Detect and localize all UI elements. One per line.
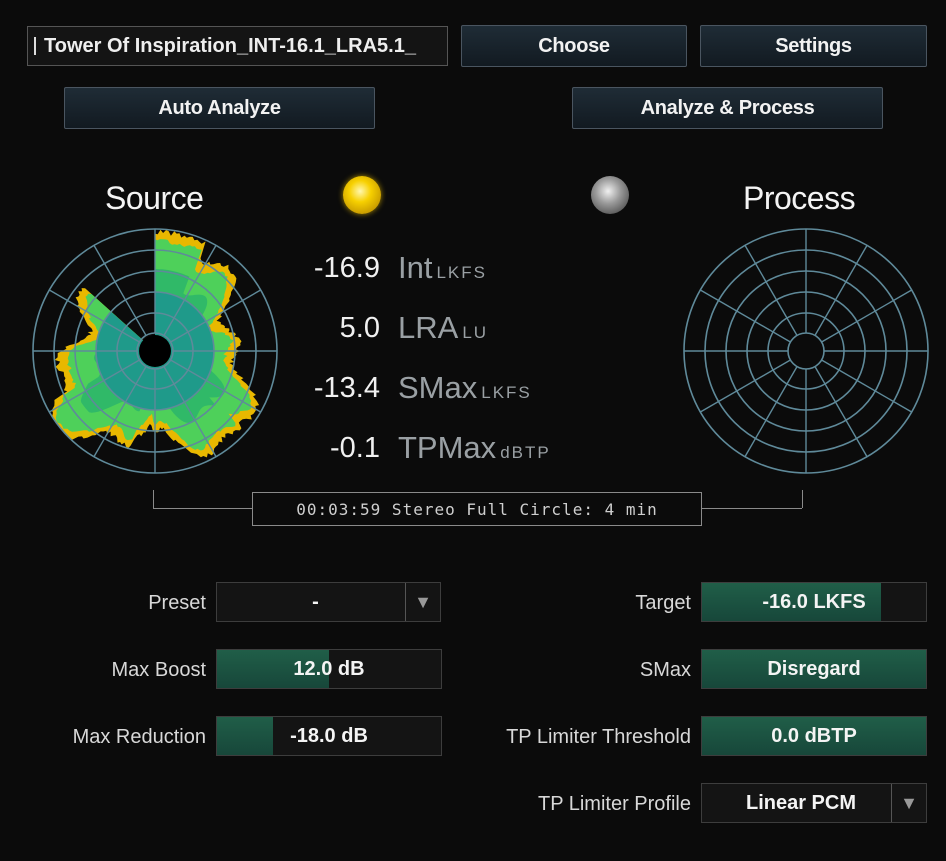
max-boost-label: Max Boost <box>111 659 206 681</box>
source-lamp-icon <box>343 176 381 214</box>
status-bracket-right-h <box>702 508 802 509</box>
max-reduction-slider[interactable]: -18.0 dB <box>216 716 442 756</box>
lra-value: 5.0 <box>339 312 380 344</box>
tpmax-label: TPMax <box>398 430 497 465</box>
tpmax-value: -0.1 <box>330 432 380 464</box>
integrated-label: Int <box>398 250 433 285</box>
dropdown-arrow-icon: ▼ <box>891 784 926 822</box>
smax-control-value: Disregard <box>767 657 861 680</box>
text-cursor <box>34 37 36 55</box>
max-reduction-label: Max Reduction <box>72 726 206 748</box>
source-loudness-radar <box>32 228 278 474</box>
max-reduction-value: -18.0 dB <box>290 724 368 747</box>
settings-button[interactable]: Settings <box>700 25 927 67</box>
measurement-lra: 5.0 LRA LU <box>260 310 600 352</box>
tpmax-unit: dBTP <box>500 443 551 462</box>
tp-threshold-slider[interactable]: 0.0 dBTP <box>701 716 927 756</box>
target-label: Target <box>635 592 691 614</box>
process-title: Process <box>743 180 856 216</box>
integrated-unit: LKFS <box>436 263 487 282</box>
status-bracket-right <box>802 490 803 508</box>
smax-slider[interactable]: Disregard <box>701 649 927 689</box>
status-bracket-left-h <box>153 508 252 509</box>
auto-analyze-button[interactable]: Auto Analyze <box>64 87 375 129</box>
lra-unit: LU <box>462 323 489 342</box>
process-lamp-icon <box>591 176 629 214</box>
radar-ring <box>787 332 825 370</box>
choose-button[interactable]: Choose <box>461 25 687 67</box>
dropdown-arrow-icon: ▼ <box>405 583 440 621</box>
file-name-field[interactable]: Tower Of Inspiration_INT-16.1_LRA5.1_ <box>27 26 448 66</box>
process-loudness-radar <box>683 228 929 474</box>
target-value: -16.0 LKFS <box>762 590 866 613</box>
max-boost-value: 12.0 dB <box>293 657 365 680</box>
preset-dropdown[interactable]: - ▼ <box>216 582 441 622</box>
smax-unit: LKFS <box>481 383 532 402</box>
target-slider[interactable]: -16.0 LKFS <box>701 582 927 622</box>
integrated-value: -16.9 <box>313 252 380 284</box>
tp-profile-dropdown[interactable]: Linear PCM ▼ <box>701 783 927 823</box>
radar-center <box>139 335 171 367</box>
smax-label: SMax <box>398 370 478 405</box>
smax-control-label: SMax <box>639 659 691 681</box>
max-reduction-fill <box>217 717 273 755</box>
preset-label: Preset <box>148 592 206 614</box>
smax-value: -13.4 <box>313 372 380 404</box>
status-readout: 00:03:59 Stereo Full Circle: 4 min <box>252 492 702 526</box>
tp-threshold-value: 0.0 dBTP <box>771 724 857 747</box>
tp-profile-label: TP Limiter Profile <box>537 793 691 815</box>
preset-value: - <box>312 590 319 613</box>
source-title: Source <box>105 180 204 216</box>
tp-threshold-label: TP Limiter Threshold <box>506 726 691 748</box>
measurement-smax: -13.4 SMax LKFS <box>260 370 600 412</box>
status-bracket-left <box>153 490 154 508</box>
analyze-process-button[interactable]: Analyze & Process <box>572 87 883 129</box>
lra-label: LRA <box>398 310 459 345</box>
measurement-integrated: -16.9 Int LKFS <box>260 250 600 292</box>
measurement-tpmax: -0.1 TPMax dBTP <box>260 430 600 472</box>
file-name-text: Tower Of Inspiration_INT-16.1_LRA5.1_ <box>44 34 416 57</box>
tp-profile-value: Linear PCM <box>745 791 857 814</box>
max-boost-slider[interactable]: 12.0 dB <box>216 649 442 689</box>
